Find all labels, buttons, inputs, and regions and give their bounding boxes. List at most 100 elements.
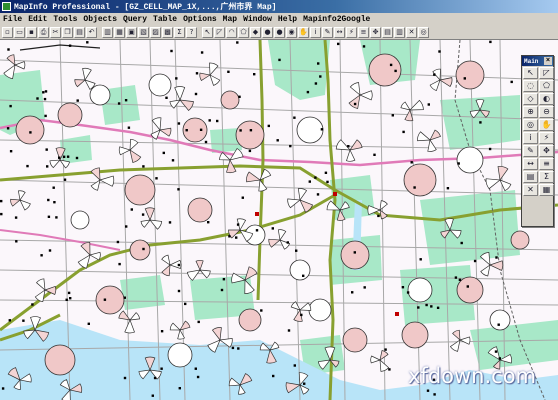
palette-title: Main [524,57,539,65]
site-point-marker [199,128,203,131]
site-point-marker [117,102,121,105]
clear-icon[interactable]: ✕ [406,26,417,38]
zoom-out-icon[interactable]: ⊖ [539,106,554,118]
menu-table[interactable]: Table [153,15,177,24]
copy-icon[interactable]: ❐ [62,26,73,38]
cut-icon[interactable]: ✂ [50,26,61,38]
table-icon[interactable]: ▦ [539,184,554,196]
ruler-icon[interactable]: ↔ [334,26,345,38]
invert-icon[interactable]: ◐ [539,93,554,105]
drag-icon[interactable]: ✥ [539,145,554,157]
browser-icon[interactable]: ▦ [114,26,125,38]
zoom-in-icon[interactable]: ● [262,26,273,38]
change-view-icon[interactable]: ◉ [286,26,297,38]
site-point-marker [170,49,173,53]
grapher-icon[interactable]: ▥ [102,26,113,38]
site-point-marker [479,121,482,124]
legend-window-icon[interactable]: ▤ [382,26,393,38]
menu-help[interactable]: Help [278,15,297,24]
polygon-icon[interactable]: ⬠ [539,80,554,92]
layer-control-icon[interactable]: ≡ [539,158,554,170]
menu-query[interactable]: Query [123,15,147,24]
menu-objects[interactable]: Objects [83,15,117,24]
menu-edit[interactable]: Edit [28,15,47,24]
open-icon[interactable]: ▭ [14,26,25,38]
legend-icon[interactable]: ▩ [162,26,173,38]
undo-icon[interactable]: ↶ [86,26,97,38]
palette-titlebar[interactable]: Main × [522,56,553,66]
map-canvas[interactable] [0,40,558,400]
show-statistics-icon[interactable]: ▥ [394,26,405,38]
zoom-out-icon[interactable]: ● [274,26,285,38]
site-point-marker [185,129,188,132]
new-icon[interactable]: ▫ [2,26,13,38]
clear-cosmetic-icon[interactable]: ✕ [523,184,538,196]
site-point-marker [489,40,492,44]
label-icon[interactable]: ✎ [523,145,538,157]
stats-icon[interactable]: Σ [174,26,185,38]
site-point-marker [177,263,181,267]
menu-options[interactable]: Options [183,15,217,24]
hotlink-icon[interactable]: ⚡ [539,132,554,144]
info-icon[interactable]: i [523,132,538,144]
cell-sector [159,127,172,137]
cell-sector [246,171,261,183]
arrow-select-icon[interactable]: ↖ [523,67,538,79]
paste-icon[interactable]: ▤ [74,26,85,38]
site-point-marker [236,223,240,226]
site-point-marker [316,193,320,196]
mapper-icon[interactable]: ▨ [150,26,161,38]
mapinfo2google-icon[interactable]: ◎ [418,26,429,38]
hotlink-icon[interactable]: ⚡ [346,26,357,38]
drag-map-icon[interactable]: ✥ [370,26,381,38]
info-icon[interactable]: i [310,26,321,38]
site-point-marker [238,95,241,98]
menu-mapinfo2google[interactable]: Mapinfo2Google [303,15,370,24]
menu-map[interactable]: Map [223,15,237,24]
site-point-marker [426,389,430,392]
marquee-icon[interactable]: ◸ [539,67,554,79]
site-point-marker [249,129,253,132]
change-view-icon[interactable]: ◎ [523,119,538,131]
select-icon[interactable]: ↖ [202,26,213,38]
redistrict-icon[interactable]: ▧ [138,26,149,38]
site-point-marker [293,116,296,119]
zoom-in-icon[interactable]: ⊕ [523,106,538,118]
map-window[interactable] [0,40,558,400]
site-point-marker [14,216,18,219]
main-tool-palette[interactable]: Main × ↖ ◸ ◌ ⬠ ◇ ◐ ⊕ ⊖ ◎ ✋ i ⚡ ✎ ✥ ↔ ≡ ▤… [521,55,554,227]
site-point-marker [160,330,164,333]
cell-sector [169,99,181,109]
boundary-icon[interactable]: ◆ [250,26,261,38]
palette-close-button[interactable]: × [544,57,552,65]
site-point-marker [197,320,200,324]
boundary-icon[interactable]: ◇ [523,93,538,105]
site-point-marker [314,176,317,179]
print-icon[interactable]: ⎙ [38,26,49,38]
site-point-marker [433,393,436,396]
layer-control-icon[interactable]: ≡ [358,26,369,38]
cell-sector [118,146,131,156]
layout-icon[interactable]: ▣ [126,26,137,38]
polygon-icon[interactable]: ⬠ [238,26,249,38]
radius-icon[interactable]: ◠ [226,26,237,38]
grabber-icon[interactable]: ✋ [298,26,309,38]
save-icon[interactable]: ▪ [26,26,37,38]
menu-window[interactable]: Window [243,15,272,24]
ruler-icon[interactable]: ↔ [523,158,538,170]
cell-site-circle [57,102,83,128]
statistics-icon[interactable]: Σ [539,171,554,183]
grabber-icon[interactable]: ✋ [539,119,554,131]
cell-sector [417,131,431,142]
watermark: xfdown.com [408,364,537,388]
help-icon[interactable]: ? [186,26,197,38]
site-point-marker [195,72,199,75]
radius-icon[interactable]: ◌ [523,80,538,92]
cell-sector [129,138,139,151]
menu-file[interactable]: File [3,15,22,24]
cell-site-circle [489,309,511,331]
menu-tools[interactable]: Tools [53,15,77,24]
label-icon[interactable]: ✎ [322,26,333,38]
marquee-icon[interactable]: ◸ [214,26,225,38]
legend-icon[interactable]: ▤ [523,171,538,183]
